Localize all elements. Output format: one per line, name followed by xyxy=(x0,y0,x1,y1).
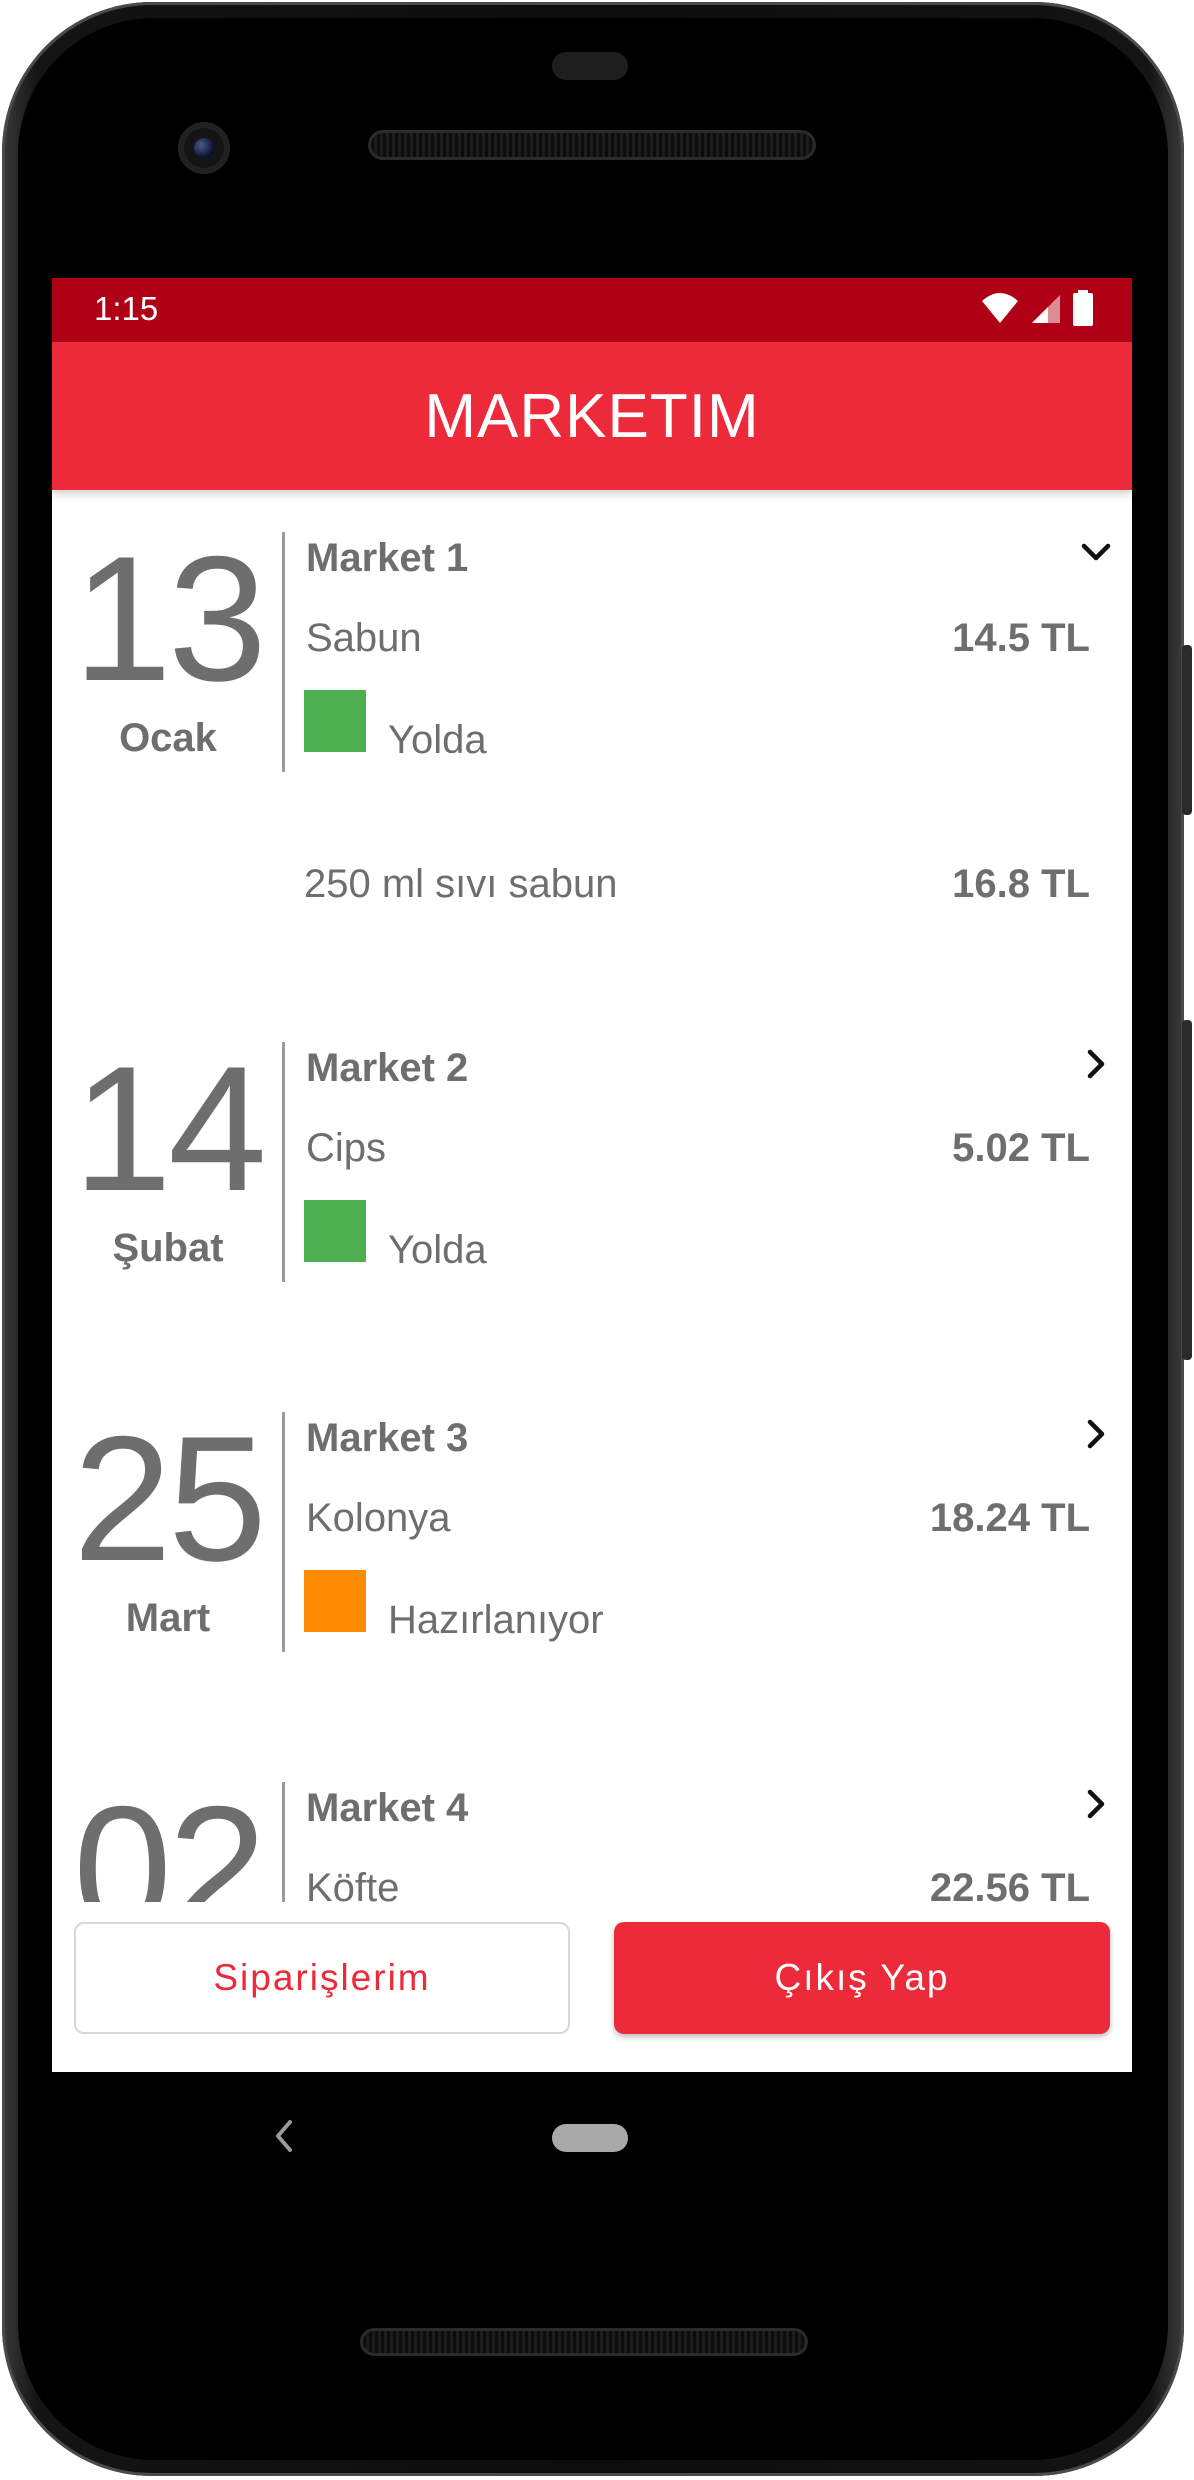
chevron-down-icon[interactable] xyxy=(1076,532,1116,572)
market-name: Market 4 xyxy=(306,1786,469,1830)
divider xyxy=(282,532,285,772)
chevron-right-icon[interactable] xyxy=(1076,1784,1116,1824)
status-indicator xyxy=(304,1200,366,1262)
top-speaker-grille xyxy=(368,130,816,160)
product-name: Cips xyxy=(306,1126,387,1170)
wifi-icon xyxy=(982,293,1018,323)
status-icons xyxy=(980,290,1094,326)
order-month: Şubat xyxy=(112,1226,224,1270)
order-month: Mart xyxy=(125,1596,211,1640)
front-camera xyxy=(178,122,230,174)
order-month: Ocak xyxy=(119,716,217,760)
bottom-speaker-grille xyxy=(360,2328,808,2356)
chevron-right-icon[interactable] xyxy=(1076,1414,1116,1454)
divider xyxy=(282,1412,285,1652)
app-bar: MARKETIM xyxy=(52,342,1132,490)
order-day: 25 xyxy=(73,1399,267,1598)
divider xyxy=(282,1042,285,1282)
logout-button[interactable]: Çıkış Yap xyxy=(614,1922,1110,2034)
status-indicator xyxy=(304,690,366,752)
status-bar: 1:15 xyxy=(52,278,1132,342)
earpiece xyxy=(552,52,628,80)
order-card-3[interactable]: 25 Mart Market 3 Kolonya 18.24 TL Hazırl… xyxy=(52,1370,1132,1740)
status-indicator xyxy=(304,1570,366,1632)
status-label: Yolda xyxy=(388,1228,487,1272)
nav-back-icon[interactable] xyxy=(270,2118,298,2154)
chevron-right-icon[interactable] xyxy=(1076,1044,1116,1084)
battery-icon xyxy=(1073,290,1093,326)
market-name: Market 1 xyxy=(306,536,469,580)
product-price: 18.24 TL xyxy=(929,1496,1090,1540)
app-title: MARKETIM xyxy=(424,381,760,451)
order-day: 14 xyxy=(73,1029,267,1228)
screen: 1:15 MARKETIM 13 Ocak Market 1 Sabun 14.… xyxy=(52,278,1132,2072)
product-name: Kolonya xyxy=(306,1496,451,1540)
cellular-signal-icon xyxy=(1032,295,1060,323)
status-time: 1:15 xyxy=(94,290,159,327)
volume-button xyxy=(1182,1020,1192,1360)
status-label: Hazırlanıyor xyxy=(388,1598,604,1642)
market-name: Market 2 xyxy=(306,1046,469,1090)
my-orders-button[interactable]: Siparişlerim xyxy=(74,1922,570,2034)
product-price: 14.5 TL xyxy=(952,616,1090,660)
status-label: Yolda xyxy=(388,718,487,762)
order-day: 13 xyxy=(73,519,267,718)
product-price: 16.8 TL xyxy=(952,862,1090,906)
product-name: 250 ml sıvı sabun xyxy=(304,862,618,906)
order-card-1[interactable]: 13 Ocak Market 1 Sabun 14.5 TL Yolda 250… xyxy=(52,490,1132,990)
order-card-2[interactable]: 14 Şubat Market 2 Cips 5.02 TL Yolda xyxy=(52,1000,1132,1370)
market-name: Market 3 xyxy=(306,1416,469,1460)
bottom-action-bar: Siparişlerim Çıkış Yap xyxy=(52,1902,1132,2072)
power-button xyxy=(1182,645,1192,815)
product-name: Sabun xyxy=(306,616,422,660)
nav-home-button[interactable] xyxy=(552,2124,628,2152)
order-list[interactable]: 13 Ocak Market 1 Sabun 14.5 TL Yolda 250… xyxy=(52,490,1132,2072)
product-price: 5.02 TL xyxy=(952,1126,1090,1170)
